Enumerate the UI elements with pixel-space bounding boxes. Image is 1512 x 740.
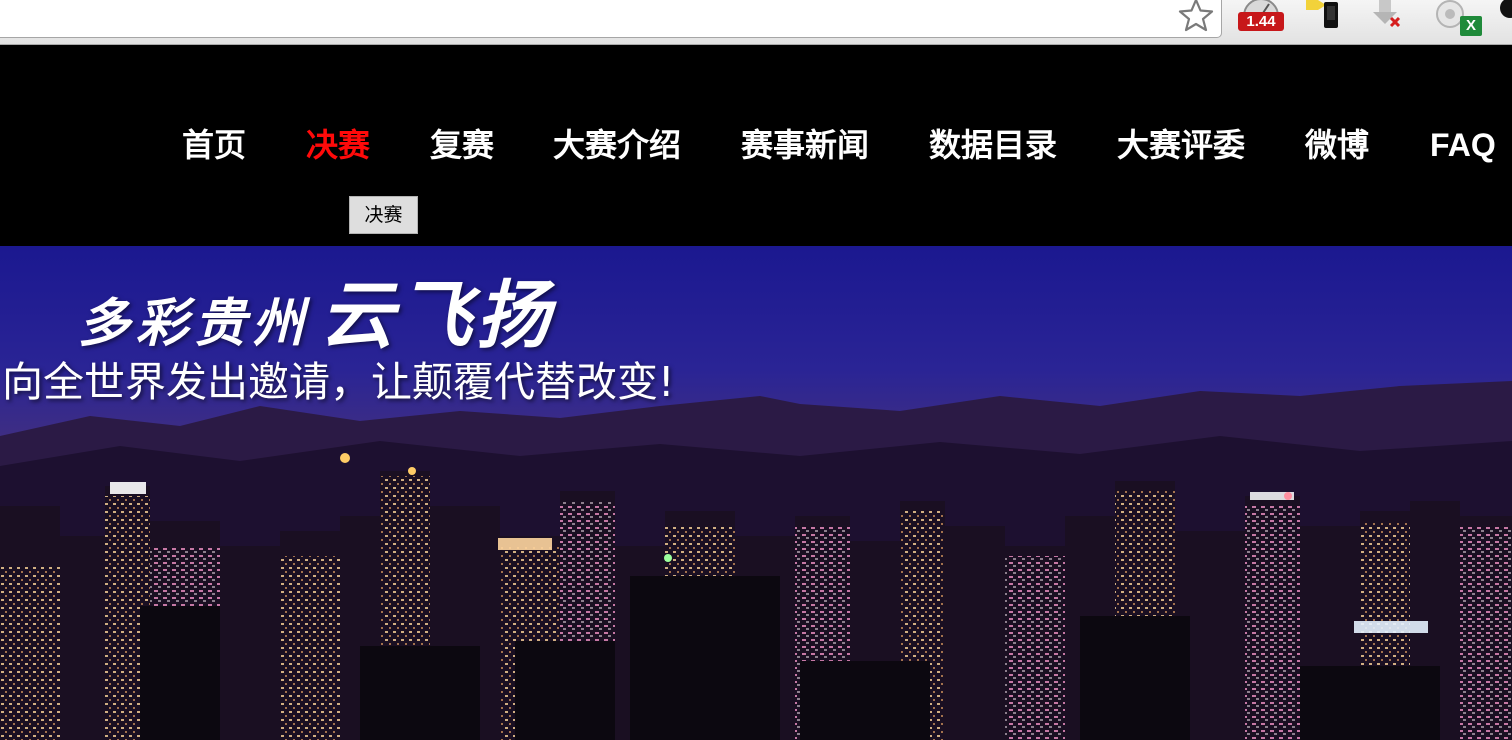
hero-title-part-b: 云飞扬 bbox=[320, 273, 555, 359]
nav-tooltip: 决赛 bbox=[349, 196, 418, 234]
nav-item-faq[interactable]: FAQ bbox=[1430, 123, 1496, 167]
nav-item-judges[interactable]: 大赛评委 bbox=[1117, 123, 1245, 167]
hero-title: 多彩贵州 云飞扬 bbox=[78, 256, 554, 363]
nav-item-weibo[interactable]: 微博 bbox=[1305, 123, 1369, 167]
site-header: 首页 决赛 复赛 大赛介绍 赛事新闻 数据目录 大赛评委 微博 FAQ 决赛 bbox=[0, 45, 1512, 246]
star-icon[interactable] bbox=[1176, 0, 1216, 32]
download-icon bbox=[1373, 0, 1401, 28]
nav-item-data-catalog[interactable]: 数据目录 bbox=[929, 123, 1057, 167]
browser-toolbar: 1.44 X bbox=[0, 0, 1512, 45]
browser-menu-button[interactable] bbox=[1496, 0, 1512, 38]
hero-banner: 多彩贵州 云飞扬 向全世界发出邀请，让颠覆代替改变! bbox=[0, 246, 1512, 740]
speed-extension-button[interactable]: 1.44 bbox=[1236, 0, 1286, 38]
address-bar[interactable] bbox=[0, 0, 1222, 38]
phone-extension-button[interactable] bbox=[1302, 0, 1348, 38]
nav-item-news[interactable]: 赛事新闻 bbox=[741, 123, 869, 167]
excel-badge: X bbox=[1460, 16, 1482, 36]
excel-extension-button[interactable]: X bbox=[1430, 0, 1486, 38]
hero-slogan: 向全世界发出邀请，让颠覆代替改变! bbox=[2, 358, 675, 406]
main-nav: 首页 决赛 复赛 大赛介绍 赛事新闻 数据目录 大赛评委 微博 FAQ bbox=[0, 123, 1512, 167]
nav-item-semifinals[interactable]: 复赛 bbox=[430, 123, 494, 167]
nav-item-finals[interactable]: 决赛 bbox=[306, 123, 370, 167]
menu-icon bbox=[1500, 0, 1512, 18]
hero-title-part-a: 多彩贵州 bbox=[78, 293, 311, 354]
download-extension-button[interactable] bbox=[1365, 0, 1409, 38]
nav-item-about[interactable]: 大赛介绍 bbox=[553, 123, 681, 167]
nav-item-home[interactable]: 首页 bbox=[182, 123, 246, 167]
phone-icon bbox=[1306, 0, 1338, 28]
speed-badge: 1.44 bbox=[1238, 12, 1284, 31]
